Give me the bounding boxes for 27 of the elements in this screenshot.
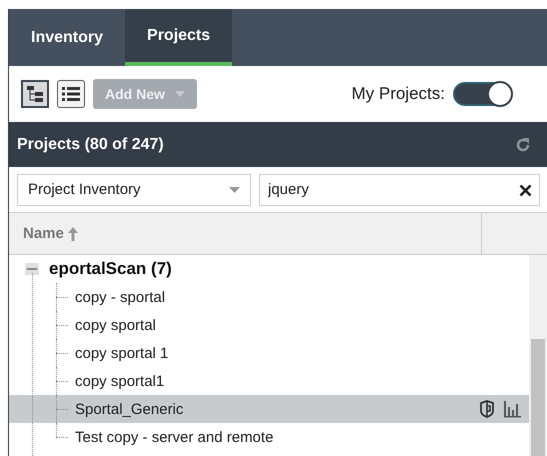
tree-item[interactable]: copy sportal [75, 316, 529, 334]
tree-item[interactable]: copy sportal 1 [75, 344, 529, 362]
refresh-icon[interactable] [515, 136, 531, 152]
caret-icon [229, 186, 240, 192]
minus-icon [27, 268, 37, 270]
scrollbar[interactable] [529, 255, 547, 456]
search-field[interactable]: jquery [259, 174, 540, 206]
list-view-button[interactable] [57, 80, 85, 108]
scope-dropdown[interactable]: Project Inventory [17, 174, 251, 206]
my-projects-toggle[interactable] [453, 82, 511, 106]
list-view-icon [62, 86, 80, 102]
my-projects-label: My Projects: [351, 84, 445, 104]
tree-item[interactable]: copy sportal1 [75, 372, 529, 390]
clear-icon[interactable] [519, 184, 532, 196]
tab[interactable]: Projects [125, 9, 232, 66]
caret-icon [174, 91, 185, 97]
panel-title: Projects (80 of 247) [17, 136, 165, 154]
shield-icon[interactable] [479, 400, 495, 418]
tree-item[interactable]: Test copy - server and remote [75, 428, 529, 446]
sort-up-icon [68, 226, 78, 240]
tree-item[interactable]: eportalScan (7) [49, 259, 172, 279]
tree-item[interactable]: copy - sportal [75, 288, 529, 306]
tree-view-icon [26, 85, 44, 103]
collapse-toggle[interactable] [25, 263, 39, 275]
tab[interactable]: Inventory [9, 9, 126, 66]
tree-view-button[interactable] [21, 80, 49, 108]
bar-chart-icon[interactable] [503, 400, 521, 418]
